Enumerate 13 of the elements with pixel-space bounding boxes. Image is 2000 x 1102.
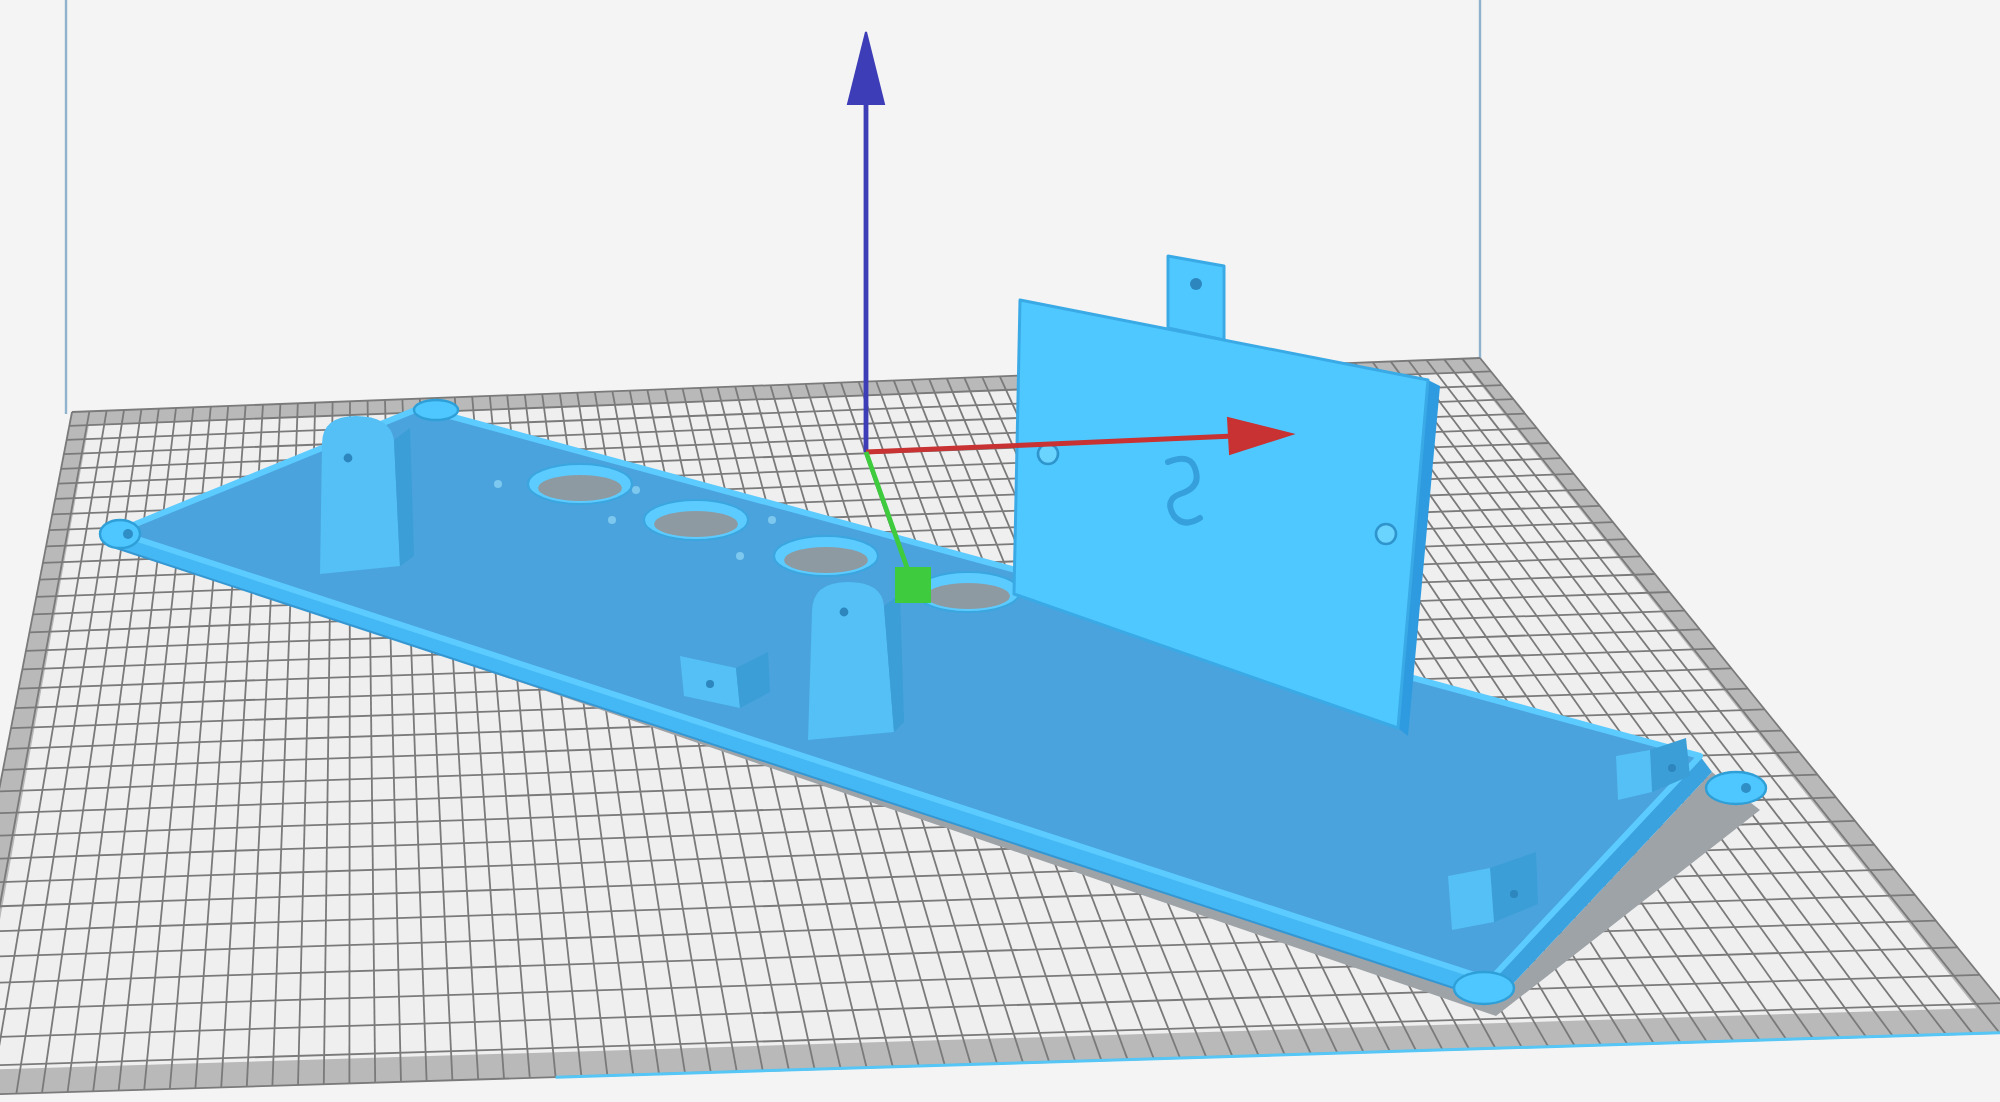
round-cutout — [527, 463, 633, 505]
corner-tab — [1704, 770, 1768, 806]
corner-tab — [98, 518, 142, 550]
y-axis-handle[interactable] — [863, 451, 931, 603]
round-cutout — [643, 499, 749, 541]
z-axis-arrow[interactable] — [846, 31, 886, 452]
corner-tab — [1452, 970, 1516, 1006]
corner-tab — [412, 398, 460, 422]
mounting-block — [680, 652, 770, 708]
mounting-block — [1448, 852, 1538, 930]
x-axis-arrow[interactable] — [865, 416, 1296, 456]
round-cutout — [773, 535, 879, 577]
mounting-block — [1616, 738, 1690, 800]
